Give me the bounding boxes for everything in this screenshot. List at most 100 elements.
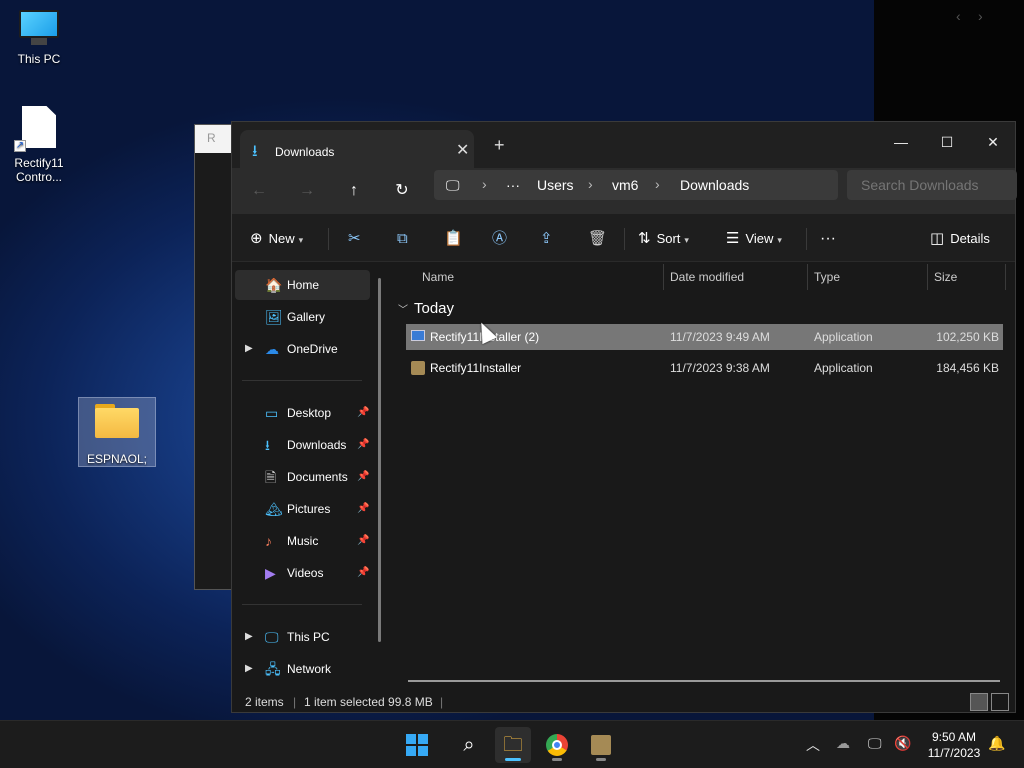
horizontal-scrollbar[interactable] [408, 680, 1000, 682]
desktop-icon-espnaol-folder[interactable]: ESPNAOL; [78, 397, 156, 467]
nav-item-videos[interactable]: ▶ Videos 📌 [235, 558, 370, 588]
windows-logo-icon [406, 734, 428, 756]
rename-button[interactable]: Ⓐ [492, 226, 513, 252]
tiles-view-toggle[interactable] [991, 693, 1009, 711]
rename-icon: Ⓐ [492, 230, 508, 247]
nav-item-downloads[interactable]: ⭳ Downloads 📌 [235, 430, 370, 460]
command-bar: ⊕ New ▾ ✂ ⧉ 📋 Ⓐ ⇪ 🗑 ⇅ Sort ▾ ☰ View ▾ ··· ◫ Det… [232, 214, 1015, 262]
cut-button[interactable]: ✂ [348, 226, 367, 252]
chevron-right-icon[interactable]: ▶ [245, 622, 253, 652]
tab-downloads[interactable]: ⭳ Downloads ✕ [240, 130, 474, 168]
up-button[interactable]: ↑ [339, 177, 369, 205]
pin-icon[interactable]: 📌 [357, 558, 369, 588]
chrome-icon [546, 734, 568, 756]
column-header-size[interactable]: Size [934, 270, 957, 284]
shortcut-arrow-icon: ↗ [14, 140, 26, 152]
download-icon: ⭳ [265, 437, 270, 453]
desktop-icon-this-pc[interactable]: This PC [0, 10, 78, 66]
sort-button[interactable]: ⇅ Sort ▾ [638, 226, 689, 252]
column-header-name[interactable]: Name [422, 270, 454, 284]
taskbar-file-explorer[interactable]: 🗀 [495, 727, 531, 763]
maximize-button[interactable]: ☐ [924, 128, 970, 156]
clock-time: 9:50 AM [931, 730, 977, 744]
breadcrumb-vm6[interactable]: vm6 [612, 177, 638, 193]
details-pane-icon: ◫ [930, 230, 945, 247]
details-view-toggle[interactable] [970, 693, 988, 711]
sort-icon: ⇅ [638, 230, 651, 247]
strip-back-icon[interactable]: ‹ [956, 8, 961, 24]
close-button[interactable]: ✕ [970, 128, 1016, 156]
pin-icon[interactable]: 📌 [357, 494, 369, 524]
copy-button[interactable]: ⧉ [397, 226, 414, 252]
breadcrumb-users[interactable]: Users [537, 177, 574, 193]
nav-item-music[interactable]: ♪ Music 📌 [235, 526, 370, 556]
new-tab-button[interactable]: + [494, 135, 505, 156]
chevron-right-icon[interactable]: › [588, 176, 593, 192]
desktop-icon-label: This PC [17, 52, 61, 66]
selection-info: 1 item selected 99.8 MB [304, 695, 433, 709]
taskbar-chrome[interactable] [539, 727, 575, 763]
pin-icon[interactable]: 📌 [357, 526, 369, 556]
strip-forward-icon[interactable]: › [978, 8, 983, 24]
clipboard-icon: 📋 [444, 230, 463, 247]
chevron-right-icon[interactable]: › [655, 176, 660, 192]
chevron-down-icon: ▾ [684, 235, 689, 245]
column-header-date[interactable]: Date modified [670, 270, 744, 284]
view-button[interactable]: ☰ View ▾ [726, 226, 782, 252]
breadcrumb[interactable]: 🖵 › ··· Users › vm6 › Downloads [434, 170, 838, 200]
forward-button[interactable]: → [292, 177, 322, 205]
nav-item-gallery[interactable]: 🖼 Gallery [235, 302, 370, 332]
home-icon: 🏠 [265, 277, 283, 293]
nav-item-home[interactable]: 🏠 Home [235, 270, 370, 300]
desktop-icon-rectify11-control[interactable]: ↗ Rectify11 Contro... [0, 106, 78, 184]
chevron-right-icon[interactable]: ▶ [245, 654, 253, 684]
nav-item-documents[interactable]: 🗎 Documents 📌 [235, 462, 370, 492]
address-bar: ← → ↑ ↻ 🖵 › ··· Users › vm6 › Downloads [232, 168, 1017, 214]
nav-item-network[interactable]: ▶ 🖧 Network [235, 654, 370, 684]
clock[interactable]: 9:50 AM 11/7/2023 [918, 729, 990, 761]
download-icon: ⭳ [252, 143, 258, 160]
share-button[interactable]: ⇪ [540, 226, 559, 252]
nav-scrollbar[interactable] [378, 278, 381, 642]
network-icon[interactable]: 🖵 [868, 735, 882, 752]
back-button[interactable]: ← [244, 177, 274, 205]
more-options-button[interactable]: ··· [820, 226, 836, 252]
taskbar-installer[interactable] [583, 727, 619, 763]
chevron-right-icon[interactable]: › [482, 176, 487, 192]
scissors-icon: ✂ [348, 230, 361, 247]
search-input[interactable] [847, 170, 1017, 200]
nav-item-pictures[interactable]: 🏔 Pictures 📌 [235, 494, 370, 524]
taskbar: ⌕ 🗀 ︿ ☁ 🖵 🔇 9:50 AM 11/7/2023 🔔 [0, 720, 1024, 768]
onedrive-offline-icon[interactable]: ☁ [836, 735, 850, 752]
cloud-icon: ☁ [265, 341, 279, 357]
refresh-button[interactable]: ↻ [387, 177, 417, 205]
pin-icon[interactable]: 📌 [357, 462, 369, 492]
delete-button[interactable]: 🗑 [588, 226, 613, 252]
list-view-icon: ☰ [726, 230, 740, 247]
nav-item-onedrive[interactable]: ▶ ☁ OneDrive [235, 334, 370, 364]
breadcrumb-overflow[interactable]: ··· [506, 177, 520, 193]
details-pane-button[interactable]: ◫ Details [930, 226, 990, 252]
start-button[interactable] [406, 727, 442, 763]
new-button[interactable]: ⊕ New ▾ [250, 226, 303, 252]
show-hidden-icons-chevron-icon[interactable]: ︿ [806, 735, 820, 755]
nav-item-desktop[interactable]: ▭ Desktop 📌 [235, 398, 370, 428]
column-header-type[interactable]: Type [814, 270, 840, 284]
minimize-button[interactable]: — [878, 128, 924, 156]
document-icon: 🗎 [265, 469, 277, 485]
breadcrumb-downloads[interactable]: Downloads [680, 177, 749, 193]
search-button[interactable]: ⌕ [451, 727, 487, 763]
paste-button[interactable]: 📋 [444, 226, 469, 252]
pin-icon[interactable]: 📌 [357, 430, 369, 460]
search-icon: ⌕ [463, 734, 475, 756]
notification-bell-icon[interactable]: 🔔 [988, 735, 1005, 752]
volume-muted-icon[interactable]: 🔇 [894, 735, 911, 752]
group-header-today[interactable]: ﹀ Today [398, 300, 454, 317]
chevron-right-icon[interactable]: ▶ [245, 334, 253, 364]
file-row[interactable]: Rectify11Installer 11/7/2023 9:38 AM App… [406, 355, 1003, 381]
pin-icon[interactable]: 📌 [357, 398, 369, 428]
tab-close-icon[interactable]: ✕ [456, 140, 469, 160]
tab-bar: ⭳ Downloads ✕ + — ☐ ✕ [232, 122, 1015, 168]
folder-icon [95, 404, 139, 438]
nav-item-this-pc[interactable]: ▶ 🖵 This PC [235, 622, 370, 652]
